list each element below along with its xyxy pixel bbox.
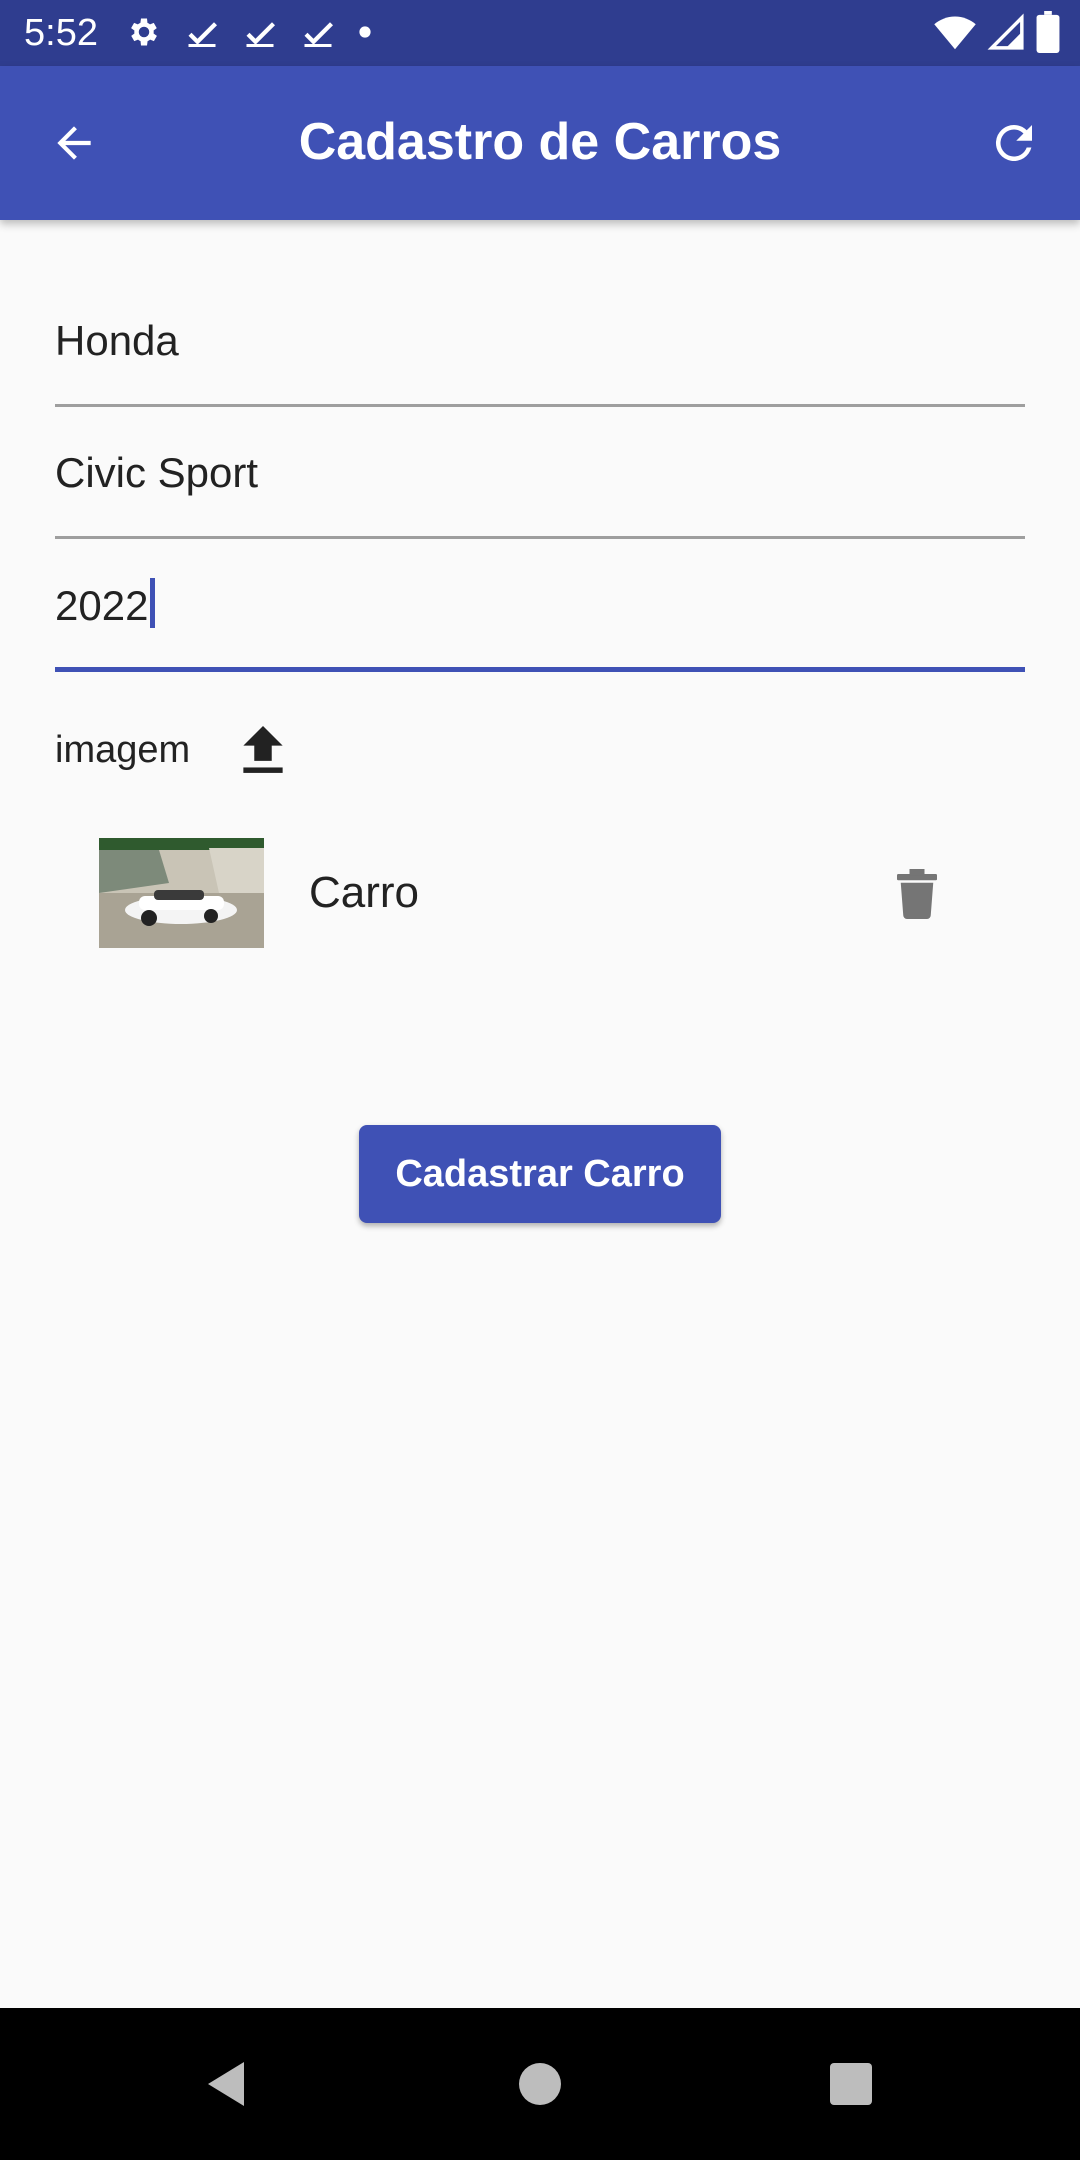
brand-field[interactable]: Honda [55, 277, 1025, 407]
status-bar: 5:52 [0, 0, 1080, 66]
download-done-icon [242, 14, 278, 55]
year-field-underline [55, 667, 1025, 672]
nav-back-button[interactable] [196, 2054, 256, 2114]
image-list-item: Carro [99, 838, 979, 950]
status-notification-icons [126, 14, 372, 54]
brand-field-underline [55, 404, 1025, 407]
circle-home-icon [519, 2063, 561, 2105]
dot-icon [358, 25, 372, 44]
upload-icon [243, 726, 283, 773]
settings-icon [126, 14, 162, 55]
brand-input-value[interactable]: Honda [55, 315, 179, 367]
model-field[interactable]: Civic Sport [55, 409, 1025, 539]
delete-image-button[interactable] [889, 866, 945, 922]
page-title: Cadastro de Carros [298, 113, 782, 171]
refresh-button[interactable] [984, 113, 1044, 173]
text-cursor [150, 578, 156, 628]
app-bar: Cadastro de Carros [0, 66, 1080, 220]
model-input-value[interactable]: Civic Sport [55, 447, 258, 499]
nav-recents-button[interactable] [821, 2054, 881, 2114]
image-section-header: imagem [55, 720, 288, 780]
signal-icon [986, 13, 1026, 56]
image-label: imagem [55, 728, 191, 771]
trash-icon [897, 869, 937, 919]
year-input-value: 2022 [55, 582, 149, 629]
navigation-bar [0, 2008, 1080, 2160]
download-done-icon [300, 14, 336, 55]
refresh-icon [995, 124, 1032, 161]
register-car-button[interactable]: Cadastrar Carro [359, 1125, 721, 1223]
triangle-back-icon [208, 2062, 244, 2106]
year-input[interactable]: 2022 [55, 578, 156, 632]
nav-home-button[interactable] [510, 2054, 570, 2114]
model-field-underline [55, 536, 1025, 539]
upload-image-button[interactable] [238, 723, 288, 777]
status-time: 5:52 [24, 12, 98, 54]
car-thumbnail [99, 838, 264, 948]
year-field[interactable]: 2022 [55, 542, 1025, 672]
image-item-label: Carro [309, 868, 420, 917]
battery-icon [1036, 10, 1060, 58]
status-system-icons [934, 10, 1060, 58]
square-recents-icon [830, 2063, 872, 2105]
wifi-icon [934, 13, 976, 56]
download-done-icon [184, 14, 220, 55]
